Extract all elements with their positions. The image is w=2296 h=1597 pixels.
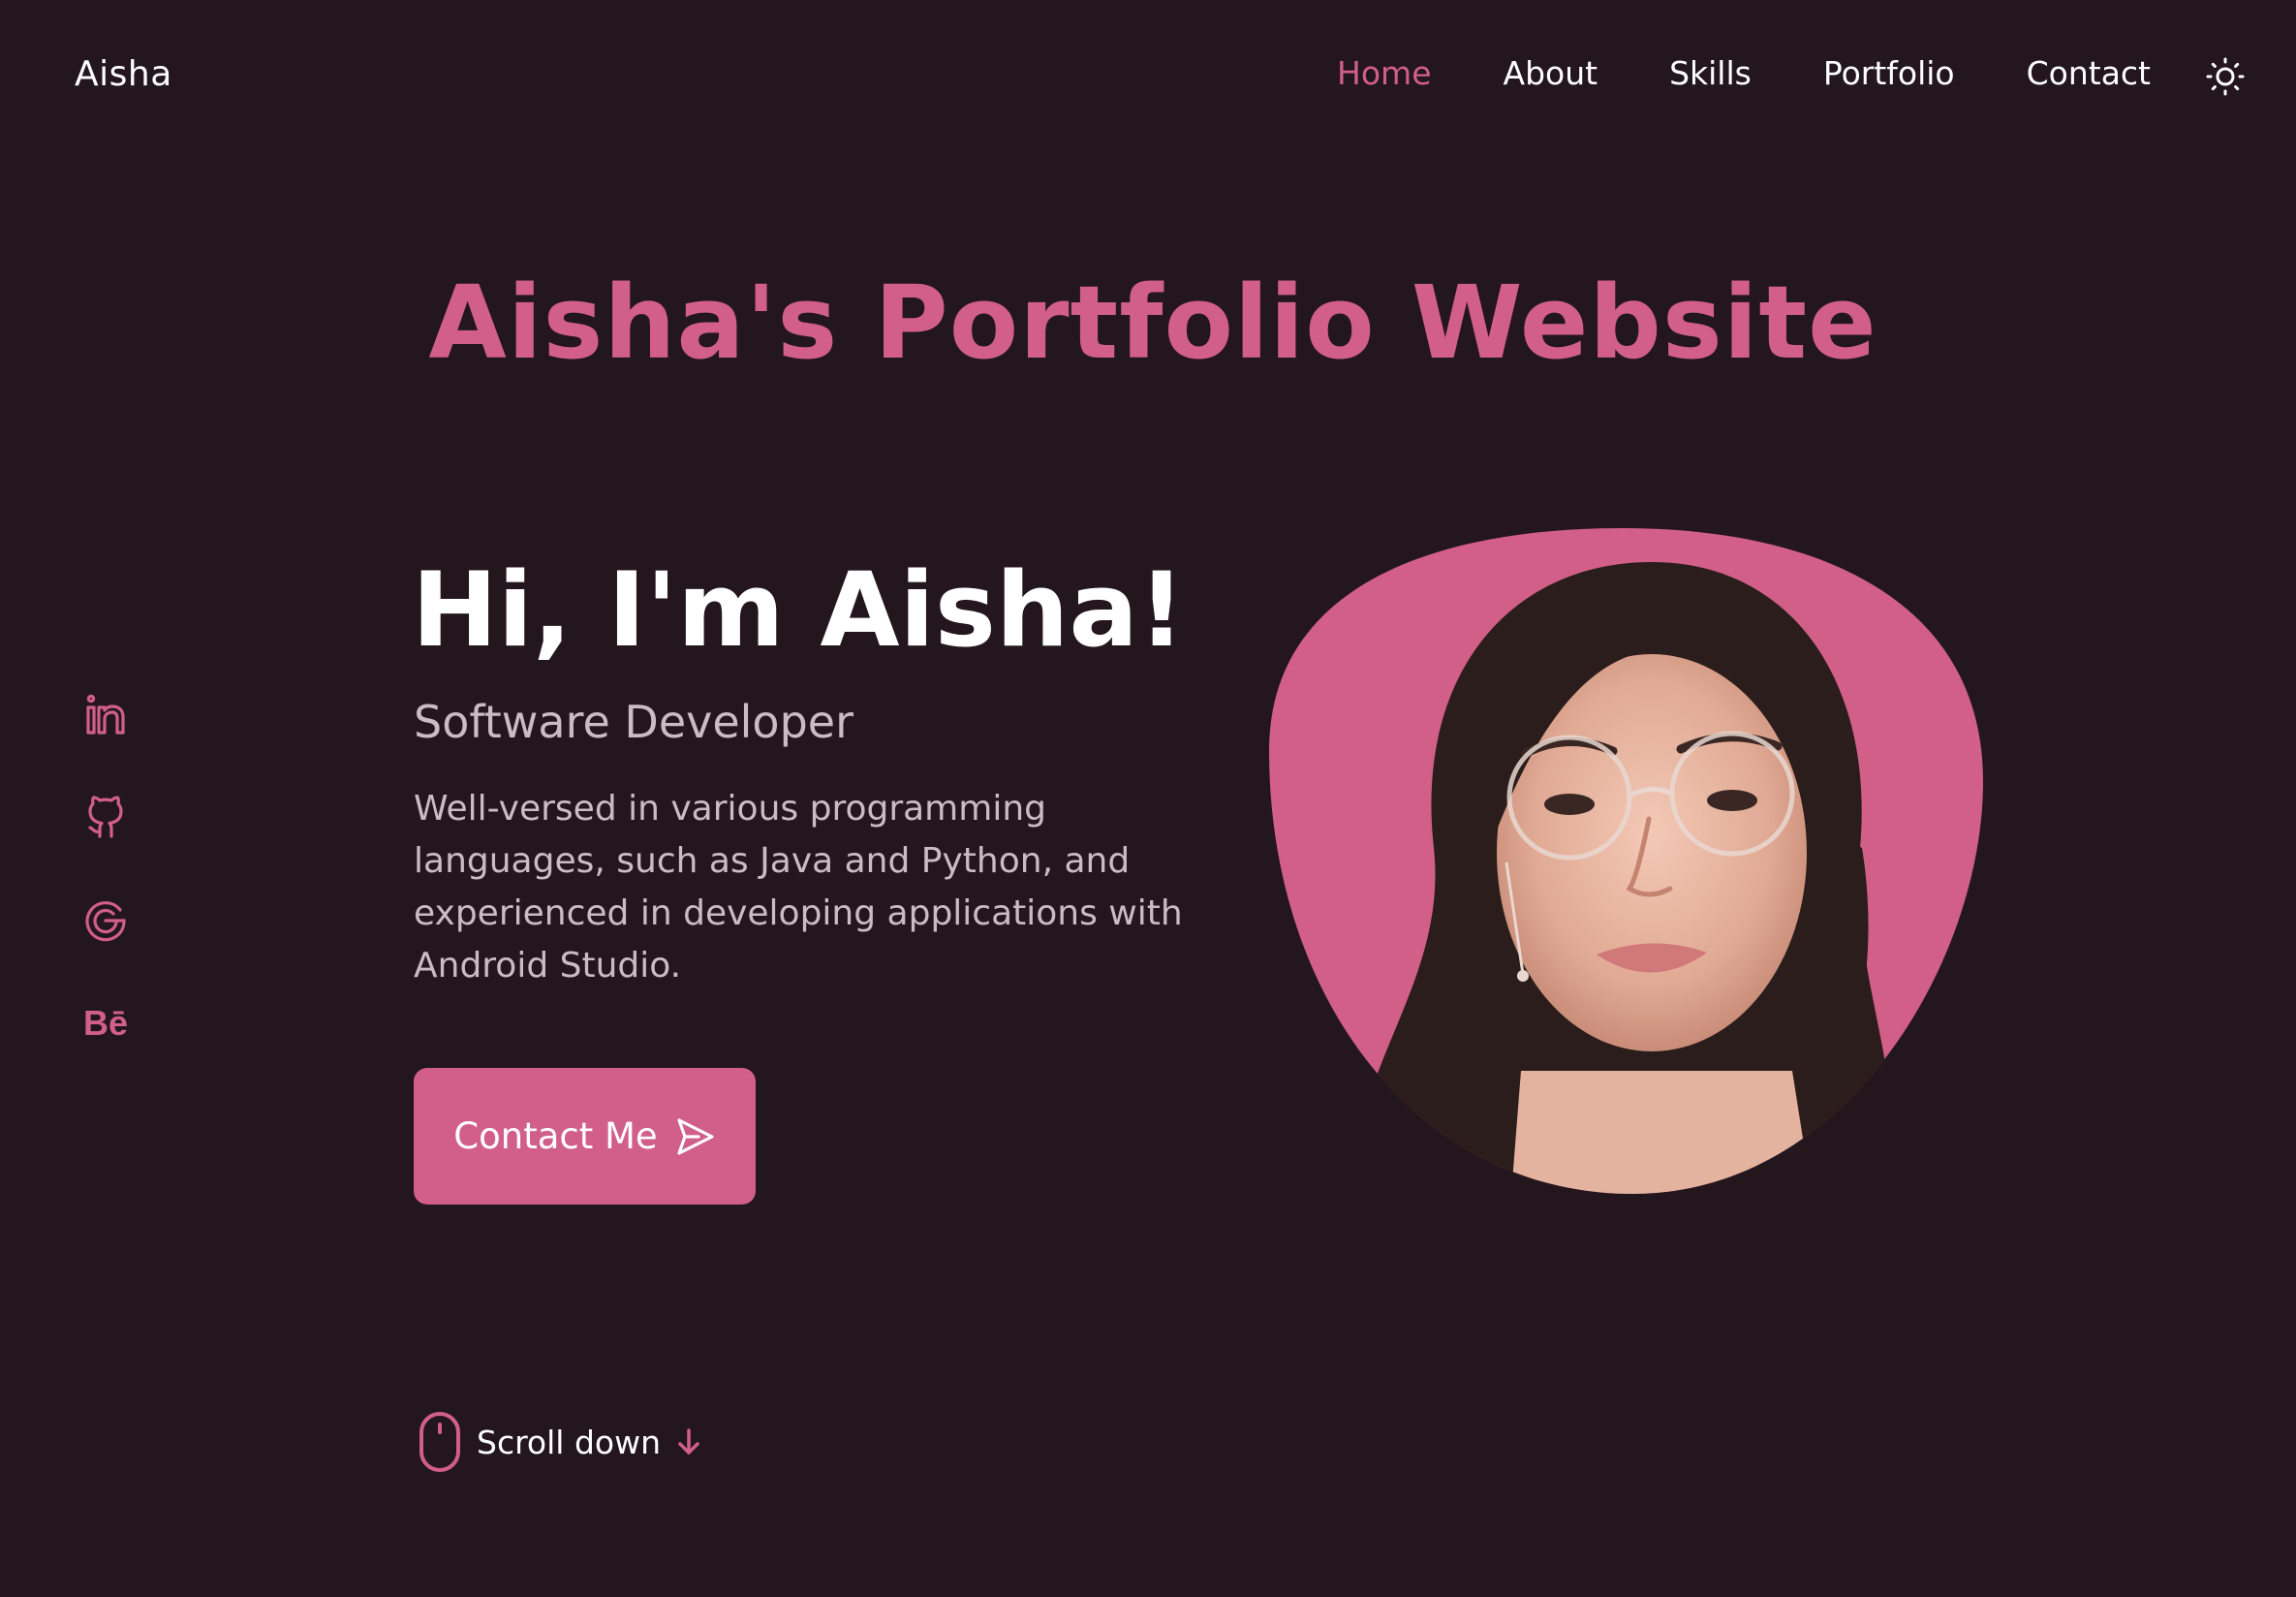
main-nav: Home About Skills Portfolio Contact (1337, 54, 2151, 92)
page: Aisha Home About Skills Portfolio Contac… (0, 0, 2296, 1597)
mouse-icon (419, 1412, 460, 1472)
nav-home[interactable]: Home (1337, 54, 1431, 92)
contact-me-label: Contact Me (453, 1115, 658, 1157)
scroll-down-link[interactable]: Scroll down (417, 1411, 703, 1473)
nav-skills[interactable]: Skills (1669, 54, 1752, 92)
google-icon[interactable] (81, 897, 130, 944)
site-title: Aisha's Portfolio Website (428, 264, 1877, 382)
bio-text: Well-versed in various programming langu… (414, 789, 1183, 986)
contact-me-button[interactable]: Contact Me (414, 1068, 756, 1205)
linkedin-icon[interactable] (81, 692, 130, 738)
header: Aisha Home About Skills Portfolio Contac… (0, 0, 2296, 155)
send-icon (677, 1117, 714, 1155)
scroll-down-label: Scroll down (477, 1423, 661, 1461)
profile-portrait (1269, 528, 1983, 1194)
social-links: Bē (81, 692, 130, 1047)
nav-about[interactable]: About (1504, 54, 1598, 92)
sun-icon[interactable] (2203, 54, 2248, 99)
arrow-down-icon (678, 1428, 699, 1455)
nav-contact[interactable]: Contact (2027, 54, 2151, 92)
greeting: Hi, I'm Aisha! (412, 550, 1186, 670)
logo[interactable]: Aisha (75, 54, 172, 94)
nav-portfolio[interactable]: Portfolio (1823, 54, 1955, 92)
behance-text: Bē (82, 1003, 129, 1043)
github-icon[interactable] (81, 795, 130, 841)
behance-icon[interactable]: Bē (81, 1000, 130, 1047)
role-subtitle: Software Developer (414, 696, 853, 748)
